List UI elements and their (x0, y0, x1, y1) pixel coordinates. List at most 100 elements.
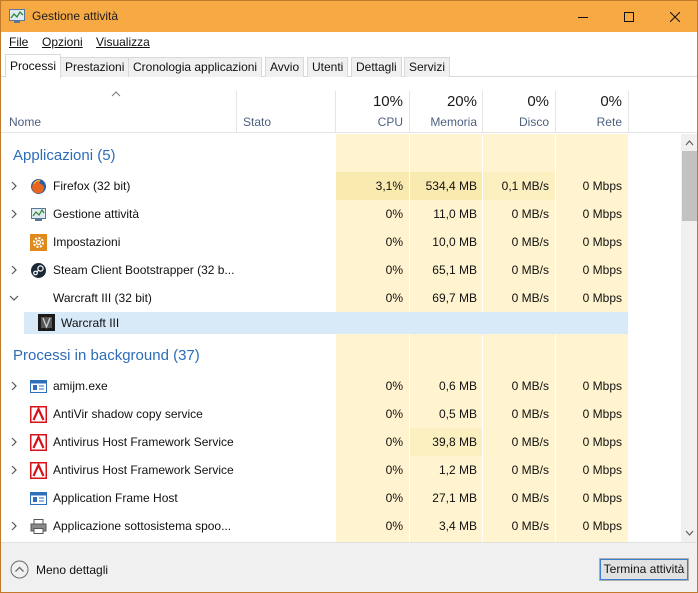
tab-bar: Processi Prestazioni Cronologia applicaz… (1, 52, 697, 78)
table-row[interactable]: amijm.exe 0% 0,6 MB 0 MB/s 0 Mbps (1, 372, 628, 400)
tab-services[interactable]: Servizi (404, 57, 451, 77)
menu-view-label: Visualizza (96, 35, 150, 49)
close-icon (670, 11, 680, 22)
expand-chevron-icon[interactable] (10, 381, 18, 391)
avira-icon (30, 406, 47, 423)
collapse-chevron-icon[interactable] (9, 294, 19, 302)
process-name: Applicazione sottosistema spoo... (53, 519, 232, 533)
column-status[interactable]: Stato (243, 115, 271, 129)
process-name: Warcraft III (61, 316, 120, 330)
cpu-value: 0% (385, 435, 403, 449)
process-name: amijm.exe (53, 379, 108, 393)
avira-icon (30, 434, 47, 451)
memory-value: 534,4 MB (425, 179, 477, 193)
maximize-button[interactable] (606, 1, 652, 32)
maximize-icon (624, 11, 634, 22)
disk-value: 0 MB/s (511, 263, 549, 277)
cpu-value: 0% (385, 463, 403, 477)
menu-options-label: Opzioni (42, 35, 83, 49)
cpu-value: 0% (385, 291, 403, 305)
disk-total-percent: 0% (527, 93, 549, 110)
memory-value: 0,6 MB (438, 379, 477, 393)
column-name[interactable]: Nome (9, 115, 41, 129)
table-row[interactable]: Warcraft III (32 bit) 0% 69,7 MB 0 MB/s … (1, 284, 628, 312)
process-list[interactable]: Applicazioni (5) Firefox (32 bit) 3,1% 5… (1, 134, 681, 542)
column-network[interactable]: Rete (556, 115, 622, 129)
expand-chevron-icon[interactable] (10, 265, 18, 275)
minimize-button[interactable] (560, 1, 606, 32)
process-name: Gestione attività (53, 207, 140, 221)
disk-value: 0 MB/s (511, 491, 549, 505)
table-row[interactable]: Steam Client Bootstrapper (32 b... 0% 65… (1, 256, 628, 284)
memory-value: 3,4 MB (438, 519, 477, 533)
cpu-value: 0% (385, 263, 403, 277)
column-header: Nome Stato 10% CPU 20% Memoria 0% Disco … (1, 79, 697, 133)
tab-users[interactable]: Utenti (307, 57, 349, 77)
task-manager-app-icon (9, 9, 25, 23)
disk-value: 0 MB/s (511, 379, 549, 393)
window-app-icon (30, 492, 47, 505)
avira-icon (30, 462, 47, 479)
cpu-total-percent: 10% (372, 93, 403, 110)
title-bar[interactable]: Gestione attività (1, 1, 697, 32)
memory-value: 10,0 MB (432, 235, 477, 249)
network-value: 0 Mbps (582, 407, 622, 421)
memory-value: 65,1 MB (432, 263, 477, 277)
scroll-up-icon[interactable] (685, 140, 694, 146)
network-value: 0 Mbps (582, 263, 622, 277)
task-manager-window: Gestione attività File Opzioni Visualizz… (0, 0, 698, 593)
column-memory[interactable]: Memoria (410, 115, 477, 129)
process-name: Impostazioni (53, 235, 121, 249)
tab-performance[interactable]: Prestazioni (60, 57, 130, 77)
expand-chevron-icon[interactable] (10, 465, 18, 475)
scroll-thumb[interactable] (682, 151, 697, 221)
disk-value: 0 MB/s (511, 435, 549, 449)
tab-startup[interactable]: Avvio (265, 57, 305, 77)
disk-value: 0 MB/s (511, 291, 549, 305)
process-name: Warcraft III (32 bit) (53, 291, 152, 305)
tab-details[interactable]: Dettagli (351, 57, 402, 77)
menu-options[interactable]: Opzioni (42, 35, 83, 49)
network-value: 0 Mbps (582, 491, 622, 505)
expand-chevron-icon[interactable] (10, 521, 18, 531)
menu-file[interactable]: File (9, 35, 28, 49)
end-task-button[interactable]: Termina attività (599, 558, 689, 581)
table-row[interactable]: Antivirus Host Framework Service 0% 39,8… (1, 428, 628, 456)
expand-chevron-icon[interactable] (10, 437, 18, 447)
column-divider[interactable] (628, 91, 629, 133)
minimize-icon (578, 16, 588, 18)
table-row[interactable]: AntiVir shadow copy service 0% 0,5 MB 0 … (1, 400, 628, 428)
table-row[interactable]: Impostazioni 0% 10,0 MB 0 MB/s 0 Mbps (1, 228, 628, 256)
table-row[interactable]: Application Frame Host 0% 27,1 MB 0 MB/s… (1, 484, 628, 512)
table-row[interactable]: Applicazione sottosistema spoo... 0% 3,4… (1, 512, 628, 540)
table-row[interactable]: Gestione attività 0% 11,0 MB 0 MB/s 0 Mb… (1, 200, 628, 228)
column-cpu[interactable]: CPU (336, 115, 403, 129)
scroll-down-icon[interactable] (685, 530, 694, 536)
vertical-scrollbar[interactable] (681, 134, 697, 542)
table-row[interactable]: Firefox (32 bit) 3,1% 534,4 MB 0,1 MB/s … (1, 172, 628, 200)
expand-chevron-icon[interactable] (10, 209, 18, 219)
settings-gear-icon (30, 234, 47, 251)
cpu-value: 0% (385, 379, 403, 393)
process-name: Application Frame Host (53, 491, 178, 505)
close-button[interactable] (652, 1, 697, 32)
disk-value: 0 MB/s (511, 519, 549, 533)
process-name: Antivirus Host Framework Service (53, 463, 234, 477)
network-value: 0 Mbps (582, 463, 622, 477)
cpu-value: 3,1% (375, 179, 403, 193)
tab-app-history[interactable]: Cronologia applicazioni (128, 57, 263, 77)
less-details-link[interactable]: Meno dettagli (36, 563, 108, 577)
disk-value: 0 MB/s (511, 463, 549, 477)
printer-icon (30, 519, 47, 534)
firefox-icon (31, 179, 46, 194)
network-value: 0 Mbps (582, 291, 622, 305)
table-row[interactable]: Antivirus Host Framework Service 0% 1,2 … (1, 456, 628, 484)
chevron-up-circle-icon[interactable] (10, 560, 29, 579)
table-row-child-selected[interactable]: Warcraft III (24, 312, 628, 334)
column-disk[interactable]: Disco (483, 115, 549, 129)
menu-view[interactable]: Visualizza (96, 35, 150, 49)
tab-processes[interactable]: Processi (5, 54, 62, 78)
process-name: Antivirus Host Framework Service (53, 435, 234, 449)
column-divider[interactable] (236, 91, 237, 133)
expand-chevron-icon[interactable] (10, 181, 18, 191)
